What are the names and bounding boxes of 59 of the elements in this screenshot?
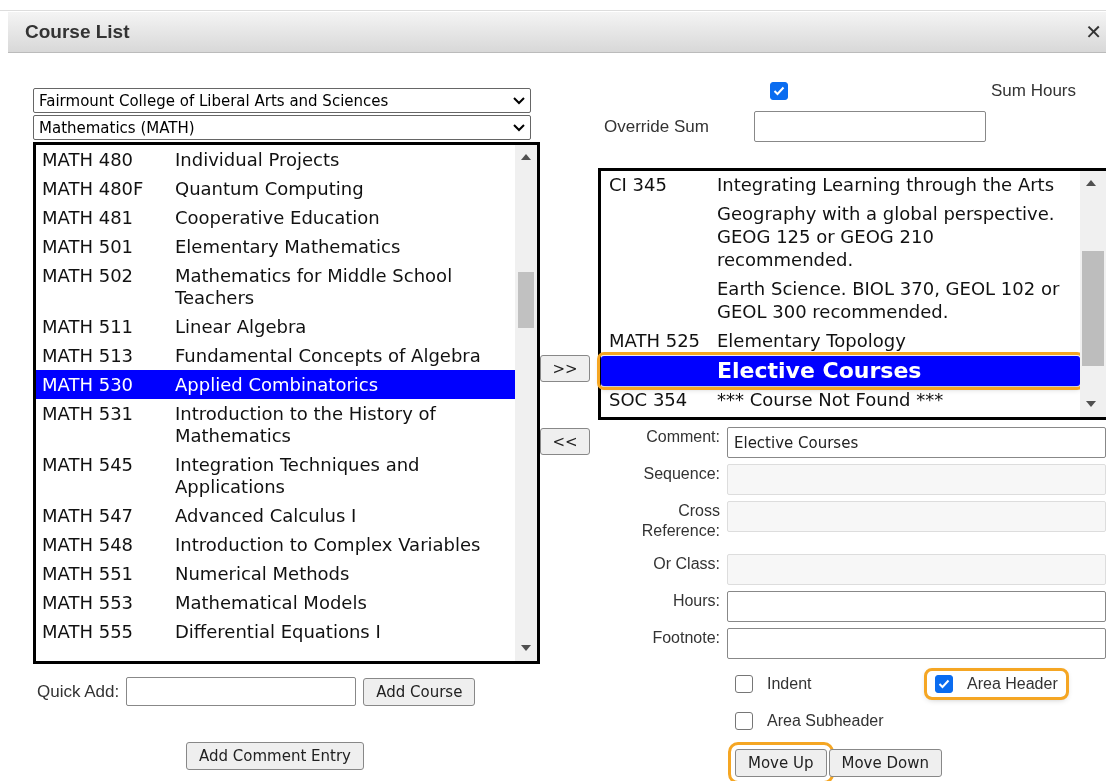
course-item[interactable]: MATH 480F Quantum Computing	[36, 174, 515, 203]
quick-add-label: Quick Add:	[37, 681, 120, 702]
department-select[interactable]: Mathematics (MATH)	[33, 115, 531, 140]
course-item[interactable]: MATH 548 Introduction to Complex Variables	[36, 530, 515, 559]
field-label: Cross Reference:	[640, 501, 721, 541]
scrollbar-thumb[interactable]	[1082, 251, 1104, 366]
add-course-button[interactable]: Add Course	[363, 677, 476, 706]
course-item[interactable]: MATH 553 Mathematical Models	[36, 588, 515, 617]
scrollbar-thumb[interactable]	[518, 272, 534, 328]
move-button[interactable]: Move Down	[828, 749, 942, 777]
field-label: Or Class:	[652, 554, 721, 574]
checkmark-icon	[773, 86, 785, 96]
input-field[interactable]: Elective Courses	[727, 427, 1106, 458]
course-item[interactable]: MATH 501 Elementary Mathematics	[36, 232, 515, 261]
course-entry[interactable]: MATH 525 Elementary Topology	[601, 327, 1080, 356]
add-comment-entry-button[interactable]: Add Comment Entry	[186, 742, 364, 770]
course-entry[interactable]: CI 345 Integrating Learning through the Arts	[601, 171, 1080, 200]
scrollbar[interactable]	[1080, 171, 1106, 417]
field-label: Footnote:	[651, 628, 721, 648]
option-checkbox[interactable]: Area Header	[927, 671, 1066, 697]
college-select[interactable]: Fairmount College of Liberal Arts and Sciences	[33, 88, 531, 113]
override-sum-label: Override Sum	[604, 116, 709, 137]
field-label: Sequence:	[642, 464, 721, 484]
window-title: Course List	[25, 21, 130, 43]
course-item[interactable]: MATH 502 Mathematics for Middle School Teachers	[36, 261, 515, 312]
option-checkbox[interactable]: Indent	[727, 671, 820, 697]
sum-hours-label: Sum Hours	[991, 81, 1077, 101]
scroll-down-icon[interactable]	[1086, 401, 1096, 407]
course-entry[interactable]: Earth Science. BIOL 370, GEOL 102 or GEOL 300 recommended.	[601, 275, 1080, 327]
option-checkbox[interactable]: Area Subheader	[727, 708, 892, 734]
quick-add-field[interactable]	[126, 677, 357, 706]
course-item[interactable]: MATH 531 Introduction to the History of Mathematics	[36, 399, 515, 450]
scrollbar[interactable]	[515, 145, 537, 661]
course-entry[interactable]: Geography with a global perspective. GEOG 125 or GEOG 210 recommended.	[601, 200, 1080, 275]
course-item[interactable]: MATH 547 Advanced Calculus I	[36, 501, 515, 530]
add-selected-button[interactable]: >>	[540, 355, 590, 382]
input-field[interactable]	[727, 628, 1106, 659]
remove-selected-button[interactable]: <<	[540, 428, 590, 455]
scroll-down-icon[interactable]	[521, 645, 531, 651]
close-button[interactable]: ✕	[1081, 20, 1106, 44]
course-entry[interactable]: SOC 354 *** Course Not Found ***	[601, 386, 1080, 415]
input-field[interactable]	[727, 591, 1106, 622]
field-label: Comment:	[645, 427, 721, 447]
sum-hours-checkbox[interactable]	[770, 82, 788, 100]
course-item[interactable]: MATH 511 Linear Algebra	[36, 312, 515, 341]
scroll-up-icon[interactable]	[1086, 180, 1096, 186]
scroll-up-icon[interactable]	[521, 154, 531, 160]
override-sum-field[interactable]	[753, 111, 986, 142]
course-item[interactable]: MATH 530 Applied Combinatorics	[36, 370, 515, 399]
course-item[interactable]: MATH 480 Individual Projects	[36, 145, 515, 174]
course-item[interactable]: MATH 551 Numerical Methods	[36, 559, 515, 588]
course-item[interactable]: MATH 555 Differential Equations I	[36, 617, 515, 646]
chevron-icon	[513, 96, 525, 105]
course-item[interactable]: MATH 513 Fundamental Concepts of Algebra	[36, 341, 515, 370]
chevron-icon	[513, 123, 525, 132]
field-label: Hours:	[671, 591, 721, 611]
course-item[interactable]: MATH 481 Cooperative Education	[36, 203, 515, 232]
course-item[interactable]: MATH 545 Integration Techniques and Applications	[36, 450, 515, 501]
checkmark-icon	[938, 679, 950, 689]
